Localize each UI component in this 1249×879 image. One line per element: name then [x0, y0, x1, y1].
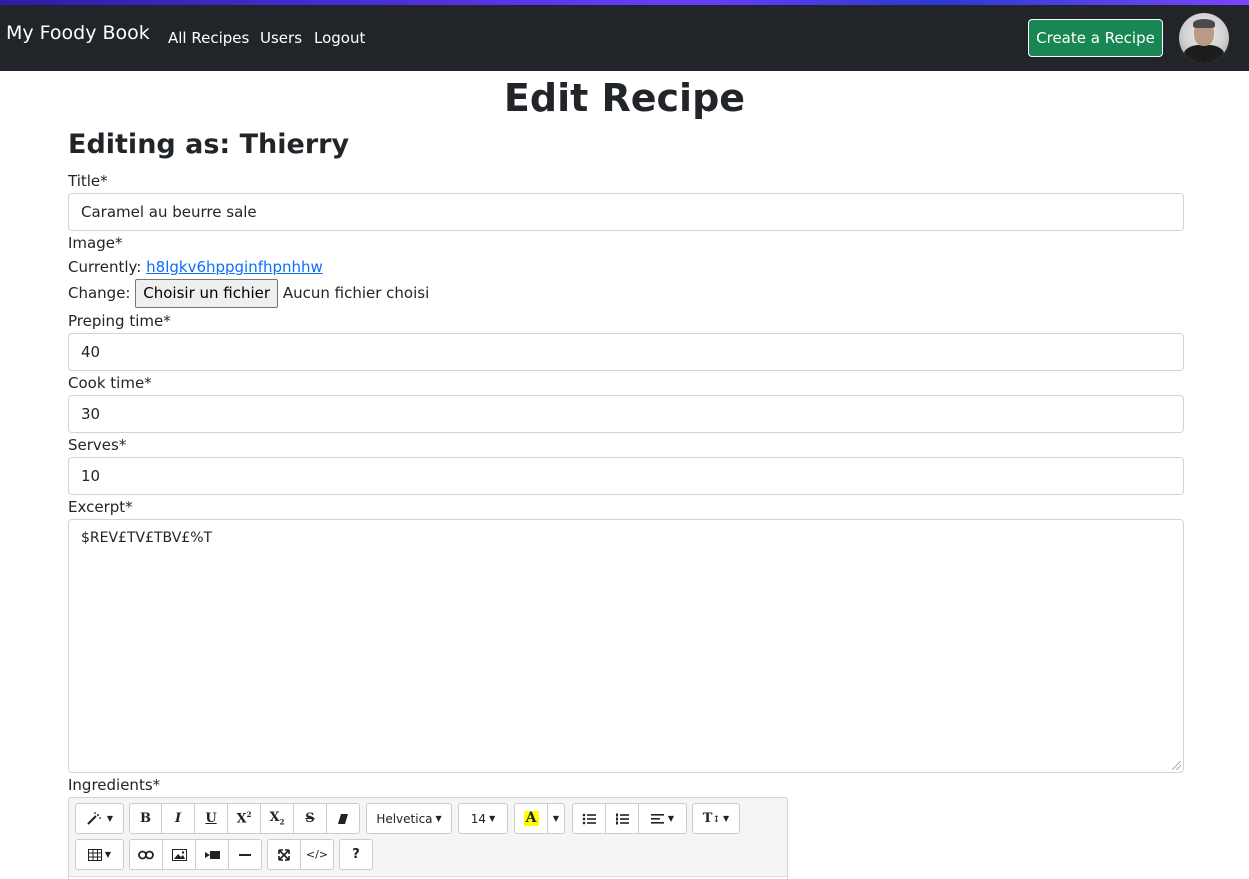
- bullet-list-button[interactable]: [572, 803, 606, 834]
- underline-button[interactable]: U: [194, 803, 228, 834]
- navbar: My Foody Book All Recipes Users Logout C…: [0, 5, 1249, 71]
- change-image-line: Change: Choisir un fichier Aucun fichier…: [68, 279, 429, 308]
- table-icon: [87, 848, 102, 861]
- fullscreen-button[interactable]: [267, 839, 301, 870]
- highlight-color-icon: A: [523, 811, 539, 826]
- highlight-color-button[interactable]: A: [514, 803, 548, 834]
- paragraph-align-dropdown[interactable]: ▼: [638, 803, 687, 834]
- superscript-button[interactable]: X2: [227, 803, 261, 834]
- code-view-button[interactable]: </>: [300, 839, 334, 870]
- line-height-dropdown[interactable]: T↕ ▼: [692, 803, 740, 834]
- help-button[interactable]: ?: [339, 839, 373, 870]
- current-image-link[interactable]: h8lgkv6hppginfhpnhhw: [146, 258, 323, 276]
- nav-link-logout[interactable]: Logout: [314, 29, 365, 47]
- choose-file-button[interactable]: Choisir un fichier: [135, 279, 279, 308]
- insert-table-dropdown[interactable]: ▼: [75, 839, 124, 870]
- chevron-down-icon: ▼: [106, 814, 114, 823]
- chevron-down-icon: ▼: [435, 814, 442, 823]
- italic-icon: I: [174, 811, 182, 826]
- picture-icon: [171, 848, 187, 861]
- numbered-list-icon: [616, 813, 629, 824]
- bullet-list-icon: [582, 813, 596, 824]
- excerpt-textarea[interactable]: $REV£TV£TBV£%T: [68, 519, 1184, 773]
- bold-button[interactable]: B: [129, 803, 162, 834]
- excerpt-text: $REV£TV£TBV£%T: [81, 530, 213, 546]
- title-input[interactable]: Caramel au beurre sale: [68, 193, 1184, 231]
- video-icon: [204, 850, 220, 859]
- create-recipe-button[interactable]: Create a Recipe: [1028, 19, 1163, 57]
- avatar-body-shape: [1184, 45, 1224, 63]
- page-title: Edit Recipe: [503, 76, 746, 120]
- prep-time-label: Preping time*: [68, 312, 171, 330]
- file-status-text: Aucun fichier choisi: [282, 284, 430, 302]
- avatar[interactable]: [1179, 13, 1229, 63]
- nav-link-users[interactable]: Users: [260, 29, 302, 47]
- chevron-down-icon: ▼: [723, 814, 730, 823]
- chevron-down-icon: ▼: [104, 850, 112, 859]
- horizontal-rule-icon: [239, 853, 251, 856]
- avatar-hair-shape: [1193, 19, 1215, 28]
- bold-icon: B: [140, 811, 151, 826]
- horizontal-rule-button[interactable]: [228, 839, 262, 870]
- fullscreen-icon: [278, 848, 290, 861]
- chevron-down-icon: ▼: [489, 814, 496, 823]
- nav-link-all-recipes[interactable]: All Recipes: [168, 29, 249, 47]
- chevron-down-icon: ▼: [552, 814, 560, 823]
- strikethrough-icon: S: [305, 811, 315, 826]
- help-icon: ?: [352, 847, 360, 862]
- currently-label: Currently:: [68, 258, 142, 276]
- numbered-list-button[interactable]: [605, 803, 639, 834]
- font-family-dropdown[interactable]: Helvetica ▼: [366, 803, 452, 834]
- excerpt-label: Excerpt*: [68, 498, 133, 516]
- style-magic-button[interactable]: ▼: [75, 803, 124, 834]
- brand-link[interactable]: My Foody Book: [6, 22, 150, 44]
- highlight-color-dropdown[interactable]: ▼: [547, 803, 565, 834]
- subscript-icon: X2: [269, 810, 285, 827]
- text-height-icon: T↕: [702, 811, 721, 826]
- change-label: Change:: [68, 284, 131, 302]
- image-label: Image*: [68, 234, 123, 252]
- current-image-line: Currently: h8lgkv6hppginfhpnhhw: [68, 258, 323, 276]
- font-size-dropdown[interactable]: 14 ▼: [458, 803, 508, 834]
- insert-link-button[interactable]: [129, 839, 163, 870]
- code-view-icon: </>: [305, 848, 329, 861]
- ingredients-label: Ingredients*: [68, 776, 161, 794]
- serves-label: Serves*: [68, 436, 127, 454]
- resize-handle-icon[interactable]: [1172, 761, 1181, 770]
- insert-picture-button[interactable]: [162, 839, 196, 870]
- link-icon: [138, 850, 154, 859]
- cook-time-label: Cook time*: [68, 374, 152, 392]
- cook-time-input[interactable]: 30: [68, 395, 1184, 433]
- font-family-value: Helvetica: [376, 811, 433, 826]
- align-left-icon: [650, 813, 664, 824]
- superscript-icon: X2: [236, 810, 252, 827]
- italic-button[interactable]: I: [161, 803, 195, 834]
- prep-time-input[interactable]: 40: [68, 333, 1184, 371]
- title-label: Title*: [68, 172, 108, 190]
- font-size-value: 14: [470, 811, 487, 826]
- eraser-icon: [338, 813, 348, 824]
- editing-as-heading: Editing as: Thierry: [68, 129, 350, 160]
- strikethrough-button[interactable]: S: [293, 803, 327, 834]
- clear-format-button[interactable]: [326, 803, 360, 834]
- underline-icon: U: [205, 811, 217, 826]
- magic-wand-icon: [87, 811, 101, 825]
- subscript-button[interactable]: X2: [260, 803, 294, 834]
- insert-video-button[interactable]: [195, 839, 229, 870]
- serves-input[interactable]: 10: [68, 457, 1184, 495]
- chevron-down-icon: ▼: [667, 814, 675, 823]
- ingredients-rich-text-editor: ▼ B I U X2 X2 S Helvetica ▼ 14 ▼ A ▼ ▼ T…: [68, 797, 788, 879]
